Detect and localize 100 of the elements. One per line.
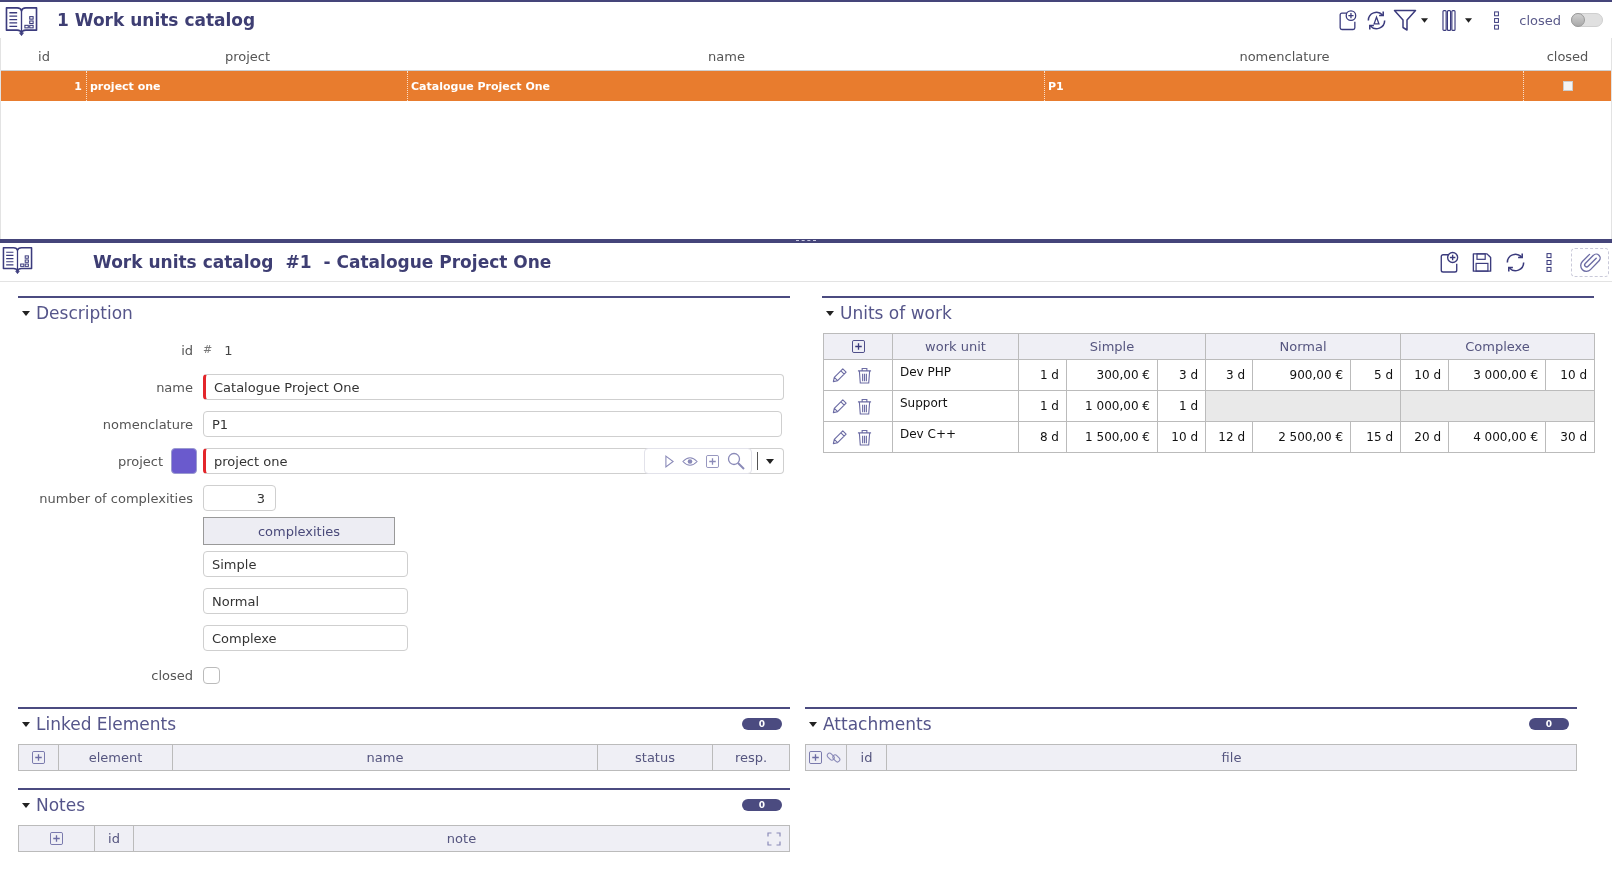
table-cell: 1 d: [1039, 368, 1059, 382]
circular-arrows-icon[interactable]: [1504, 250, 1527, 274]
section-toggle[interactable]: Notes: [18, 795, 86, 815]
pencil-icon[interactable]: [831, 397, 848, 415]
column-header: name: [366, 750, 404, 765]
count-badge: 0: [742, 799, 782, 811]
column-header: resp.: [734, 750, 768, 765]
table-cell: 900,00 €: [1289, 368, 1343, 382]
column-header: element: [88, 750, 143, 765]
column-header: note: [446, 831, 477, 846]
section-toggle[interactable]: Units of work: [822, 303, 952, 323]
checkbox[interactable]: [1562, 81, 1573, 91]
plus-icon[interactable]: [851, 340, 865, 353]
table-cell: 12 d: [1218, 430, 1245, 444]
table-cell: 10 d: [1560, 368, 1587, 382]
new-record-icon[interactable]: [1439, 251, 1459, 273]
table-cell: 1 500,00 €: [1085, 430, 1150, 444]
column-header: Normal: [1279, 339, 1327, 354]
caret-down-icon[interactable]: [1421, 17, 1429, 23]
attach-button[interactable]: [1571, 247, 1609, 277]
toggle-label: closed: [1519, 12, 1561, 28]
record-title: Work units catalog #1 - Catalogue Project One: [93, 252, 552, 272]
checkbox[interactable]: [203, 666, 220, 684]
table-cell: 300,00 €: [1096, 368, 1150, 382]
list-title: 1 Work units catalog: [57, 10, 256, 30]
table-cell: Dev C++: [900, 427, 957, 441]
section-toggle[interactable]: Linked Elements: [18, 714, 177, 734]
text-field[interactable]: P1: [203, 411, 782, 437]
pencil-icon[interactable]: [831, 428, 848, 446]
column-header: work unit: [925, 339, 986, 354]
column-header: id: [108, 831, 120, 846]
count-badge: 0: [742, 718, 782, 730]
table-cell: 15 d: [1366, 430, 1393, 444]
field-label: nomenclature: [101, 416, 193, 432]
text-field[interactable]: Normal: [203, 588, 408, 614]
book-icon: [5, 4, 38, 36]
plus-icon[interactable]: [32, 751, 45, 764]
column-header[interactable]: id: [38, 49, 50, 64]
paperclip-icon: [1579, 251, 1601, 273]
toggle-switch[interactable]: [1571, 13, 1603, 27]
table-cell: P1: [1048, 79, 1064, 93]
plus-icon[interactable]: [809, 751, 822, 764]
text-field[interactable]: Catalogue Project One: [203, 374, 784, 400]
count-badge: 0: [1529, 718, 1569, 730]
text-field[interactable]: Simple: [203, 551, 408, 577]
field-label: name: [155, 379, 193, 395]
project-field[interactable]: project one: [203, 448, 784, 474]
eye-icon[interactable]: [682, 455, 698, 467]
column-header: Complexe: [1465, 339, 1530, 354]
complexities-header: complexities: [203, 517, 395, 545]
new-record-icon[interactable]: [1338, 9, 1358, 31]
table-cell: 2 500,00 €: [1278, 430, 1343, 444]
table-cell: 20 d: [1414, 430, 1441, 444]
field-label: project: [117, 453, 163, 469]
section-toggle[interactable]: Attachments: [805, 714, 932, 734]
column-header[interactable]: name: [708, 49, 745, 64]
pencil-icon[interactable]: [831, 366, 848, 384]
table-cell: 3 d: [1178, 368, 1198, 382]
trash-icon[interactable]: [857, 428, 872, 446]
table-cell: Support: [900, 396, 948, 410]
table-cell: 3 d: [1225, 368, 1245, 382]
table-cell: 1 000,00 €: [1085, 399, 1150, 413]
column-header: status: [635, 750, 675, 765]
column-header[interactable]: nomenclature: [1239, 49, 1330, 64]
table-cell: Dev PHP: [900, 365, 952, 379]
kebab-menu-icon[interactable]: [1546, 252, 1552, 272]
trash-icon[interactable]: [857, 366, 872, 384]
link-icon[interactable]: [826, 750, 841, 765]
table-cell: 30 d: [1560, 430, 1587, 444]
field-label: id: [180, 342, 193, 358]
number-field[interactable]: 3: [203, 485, 276, 511]
table-cell: 10 d: [1171, 430, 1198, 444]
column-header[interactable]: closed: [1546, 49, 1589, 64]
trash-icon[interactable]: [857, 397, 872, 415]
table-cell: 5 d: [1373, 368, 1393, 382]
table-cell: Catalogue Project One: [411, 79, 551, 93]
columns-icon[interactable]: [1442, 9, 1457, 31]
book-icon: [2, 245, 33, 274]
column-header[interactable]: project: [224, 49, 271, 64]
text-field[interactable]: Complexe: [203, 625, 408, 651]
table-cell: 8 d: [1039, 430, 1059, 444]
save-icon[interactable]: [1472, 251, 1492, 273]
kebab-menu-icon[interactable]: [1494, 10, 1500, 30]
table-cell: 3 000,00 €: [1473, 368, 1538, 382]
column-header: id: [860, 750, 873, 765]
filter-icon[interactable]: [1393, 8, 1418, 32]
caret-down-icon[interactable]: [766, 458, 774, 464]
search-icon[interactable]: [727, 452, 745, 470]
column-header: Simple: [1089, 339, 1135, 354]
table-cell: 1 d: [1039, 399, 1059, 413]
table-cell: 1 d: [1178, 399, 1198, 413]
play-icon[interactable]: [665, 454, 674, 468]
table-cell: 4 000,00 €: [1473, 430, 1538, 444]
section-toggle[interactable]: Description: [18, 303, 133, 323]
table-cell: 1: [74, 79, 82, 93]
caret-down-icon[interactable]: [1465, 17, 1473, 23]
table-cell: 10 d: [1414, 368, 1441, 382]
field-label: number of complexities: [38, 490, 193, 506]
plus-icon[interactable]: [50, 832, 63, 845]
table-cell: project one: [90, 79, 161, 93]
